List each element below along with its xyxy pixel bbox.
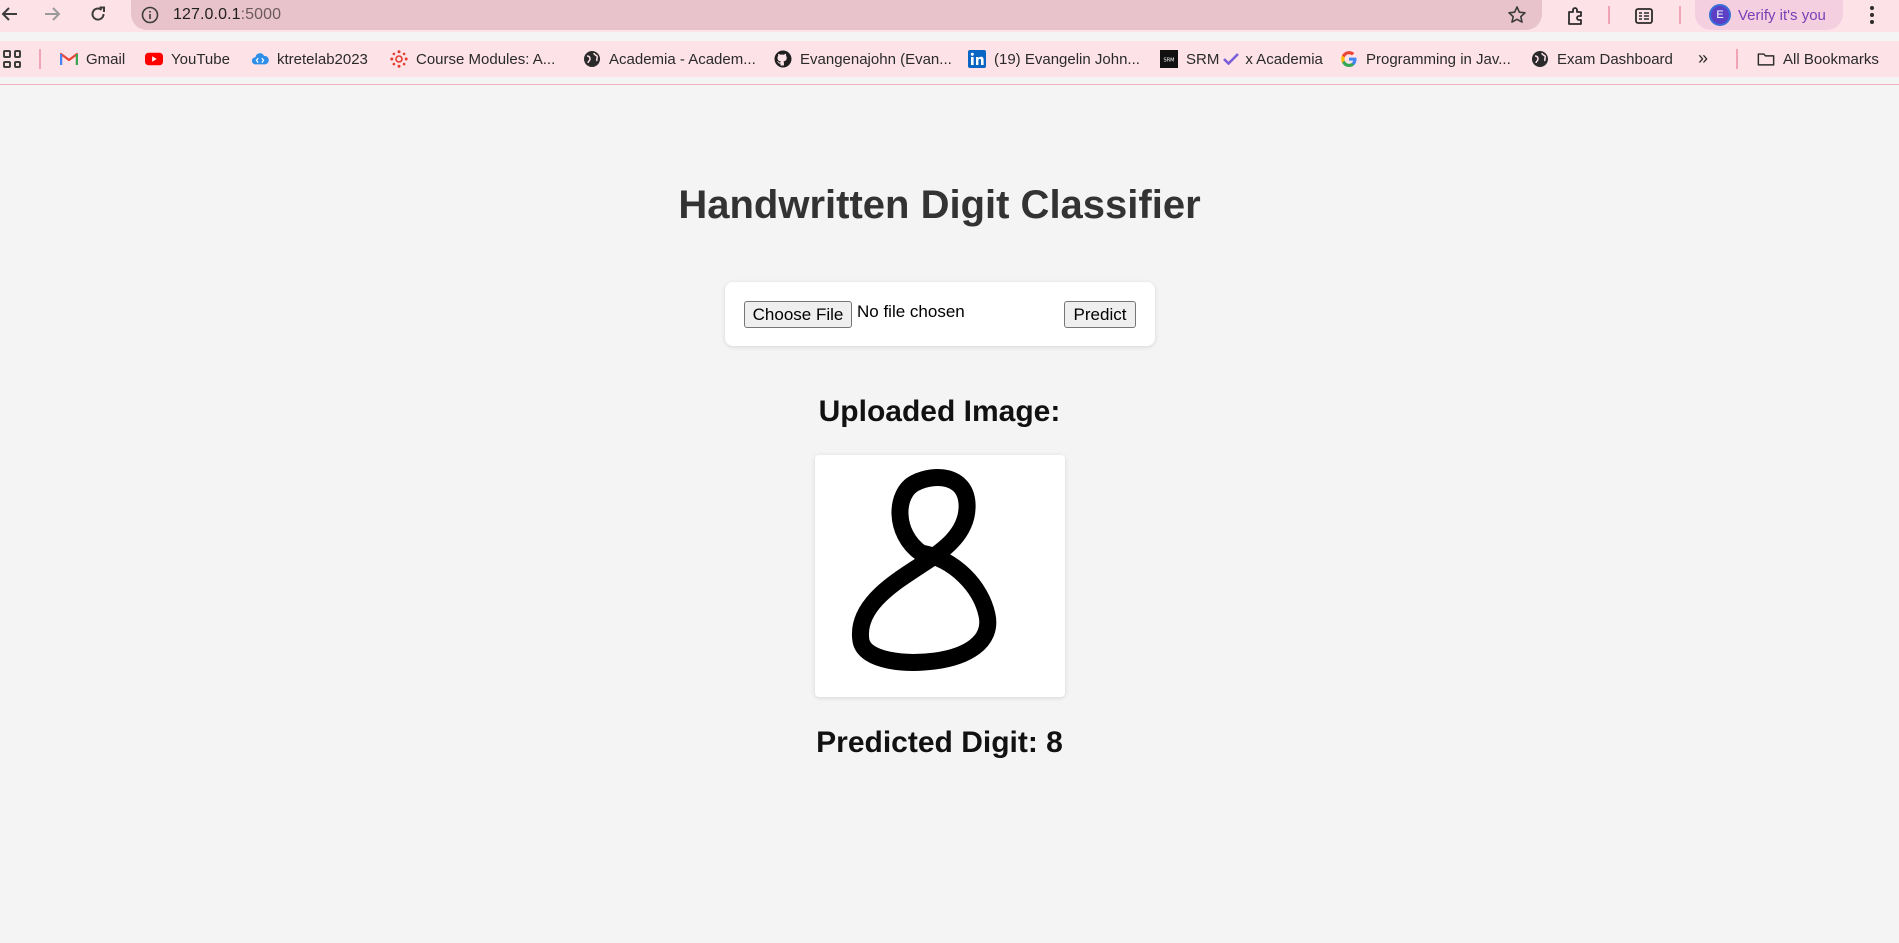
browser-menu-icon[interactable] — [1862, 2, 1882, 28]
url-host: 127.0.0.1 — [173, 6, 241, 23]
toolbar-divider — [1679, 6, 1681, 24]
bookmark-label: Exam Dashboard — [1557, 50, 1673, 68]
bookmark-label: YouTube — [171, 50, 230, 68]
srm-icon: SRM — [1160, 50, 1178, 68]
url-text[interactable]: 127.0.0.1:5000 — [173, 6, 281, 24]
bookmark-label-suffix: x Academia — [1245, 50, 1323, 68]
uploaded-image-heading: Uploaded Image: — [818, 395, 1061, 428]
file-status-text: No file chosen — [857, 302, 965, 321]
linkedin-icon — [968, 50, 986, 68]
bookmark-gmail[interactable]: Gmail — [60, 48, 125, 70]
checkmark-icon — [1223, 53, 1240, 65]
extensions-icon[interactable] — [1563, 3, 1589, 29]
toolbar-divider — [1608, 6, 1610, 24]
page-title: Handwritten Digit Classifier — [678, 183, 1201, 227]
url-port: :5000 — [240, 6, 282, 23]
github-icon — [774, 50, 792, 68]
google-icon — [1340, 50, 1358, 68]
bookmark-srm-academia[interactable]: SRM SRM x Academia — [1160, 48, 1323, 70]
bookmark-linkedin[interactable]: (19) Evangelin John... — [968, 48, 1140, 70]
upload-form: Choose File No file chosen Predict — [725, 282, 1155, 346]
all-bookmarks[interactable]: All Bookmarks — [1757, 48, 1879, 70]
browser-toolbar: 127.0.0.1:5000 E Verify it's you — [0, 0, 1899, 32]
bookmark-ktretelab[interactable]: ktretelab2023 — [251, 48, 368, 70]
verify-label: Verify it's you — [1738, 6, 1826, 24]
youtube-icon — [145, 50, 163, 68]
bookmark-youtube[interactable]: YouTube — [145, 48, 230, 70]
all-bookmarks-label: All Bookmarks — [1783, 50, 1879, 68]
forward-icon[interactable] — [36, 0, 68, 28]
more-bookmarks-icon[interactable]: » — [1698, 48, 1708, 69]
verify-profile-chip[interactable]: E Verify it's you — [1695, 0, 1843, 30]
folder-icon — [1757, 50, 1775, 68]
choose-file-button[interactable]: Choose File — [744, 301, 852, 328]
profile-avatar: E — [1709, 4, 1731, 26]
bookmark-course-modules[interactable]: Course Modules: A... — [390, 48, 555, 70]
bookmark-label: (19) Evangelin John... — [994, 50, 1140, 68]
bookmark-programming-java[interactable]: Programming in Jav... — [1340, 48, 1511, 70]
site-info-icon[interactable] — [139, 4, 161, 26]
reload-icon[interactable] — [82, 0, 114, 28]
back-icon[interactable] — [0, 0, 26, 28]
bookmark-label: SRM — [1186, 50, 1220, 68]
bookmark-github[interactable]: Evangenajohn (Evan... — [774, 48, 952, 70]
bookmarks-bar-border — [0, 84, 1899, 85]
canvas-icon — [390, 50, 408, 68]
predict-button[interactable]: Predict — [1064, 301, 1136, 328]
bookmark-academia[interactable]: Academia - Academ... — [583, 48, 756, 70]
bookmark-label: Programming in Jav... — [1366, 50, 1511, 68]
globe-icon — [1531, 50, 1549, 68]
bookmark-exam-dashboard[interactable]: Exam Dashboard — [1531, 48, 1673, 70]
bookmark-label: ktretelab2023 — [277, 50, 368, 68]
globe-icon — [583, 50, 601, 68]
reading-list-icon[interactable] — [1631, 3, 1657, 29]
bookmark-label: Course Modules: A... — [416, 50, 556, 68]
predicted-digit-text: Predicted Digit: 8 — [816, 726, 1063, 759]
bookmark-label: Gmail — [86, 50, 126, 68]
uploaded-digit-image — [815, 455, 1065, 697]
bookmark-label: Evangenajohn (Evan... — [800, 50, 952, 68]
svg-text:SRM: SRM — [1164, 58, 1175, 64]
bookmark-star-icon[interactable] — [1506, 4, 1528, 26]
handwritten-eight-drawing — [852, 469, 997, 671]
gmail-icon — [60, 50, 78, 68]
bookmarks-bar: Gmail YouTube ktretelab2023 Course Modul… — [0, 41, 1899, 77]
address-bar[interactable]: 127.0.0.1:5000 — [131, 0, 1542, 30]
bookmarks-divider — [1736, 49, 1738, 69]
bookmark-label: Academia - Academ... — [609, 50, 756, 68]
apps-grid-icon[interactable] — [3, 50, 21, 68]
bookmarks-divider — [39, 49, 41, 69]
cloud-code-icon — [251, 50, 269, 68]
